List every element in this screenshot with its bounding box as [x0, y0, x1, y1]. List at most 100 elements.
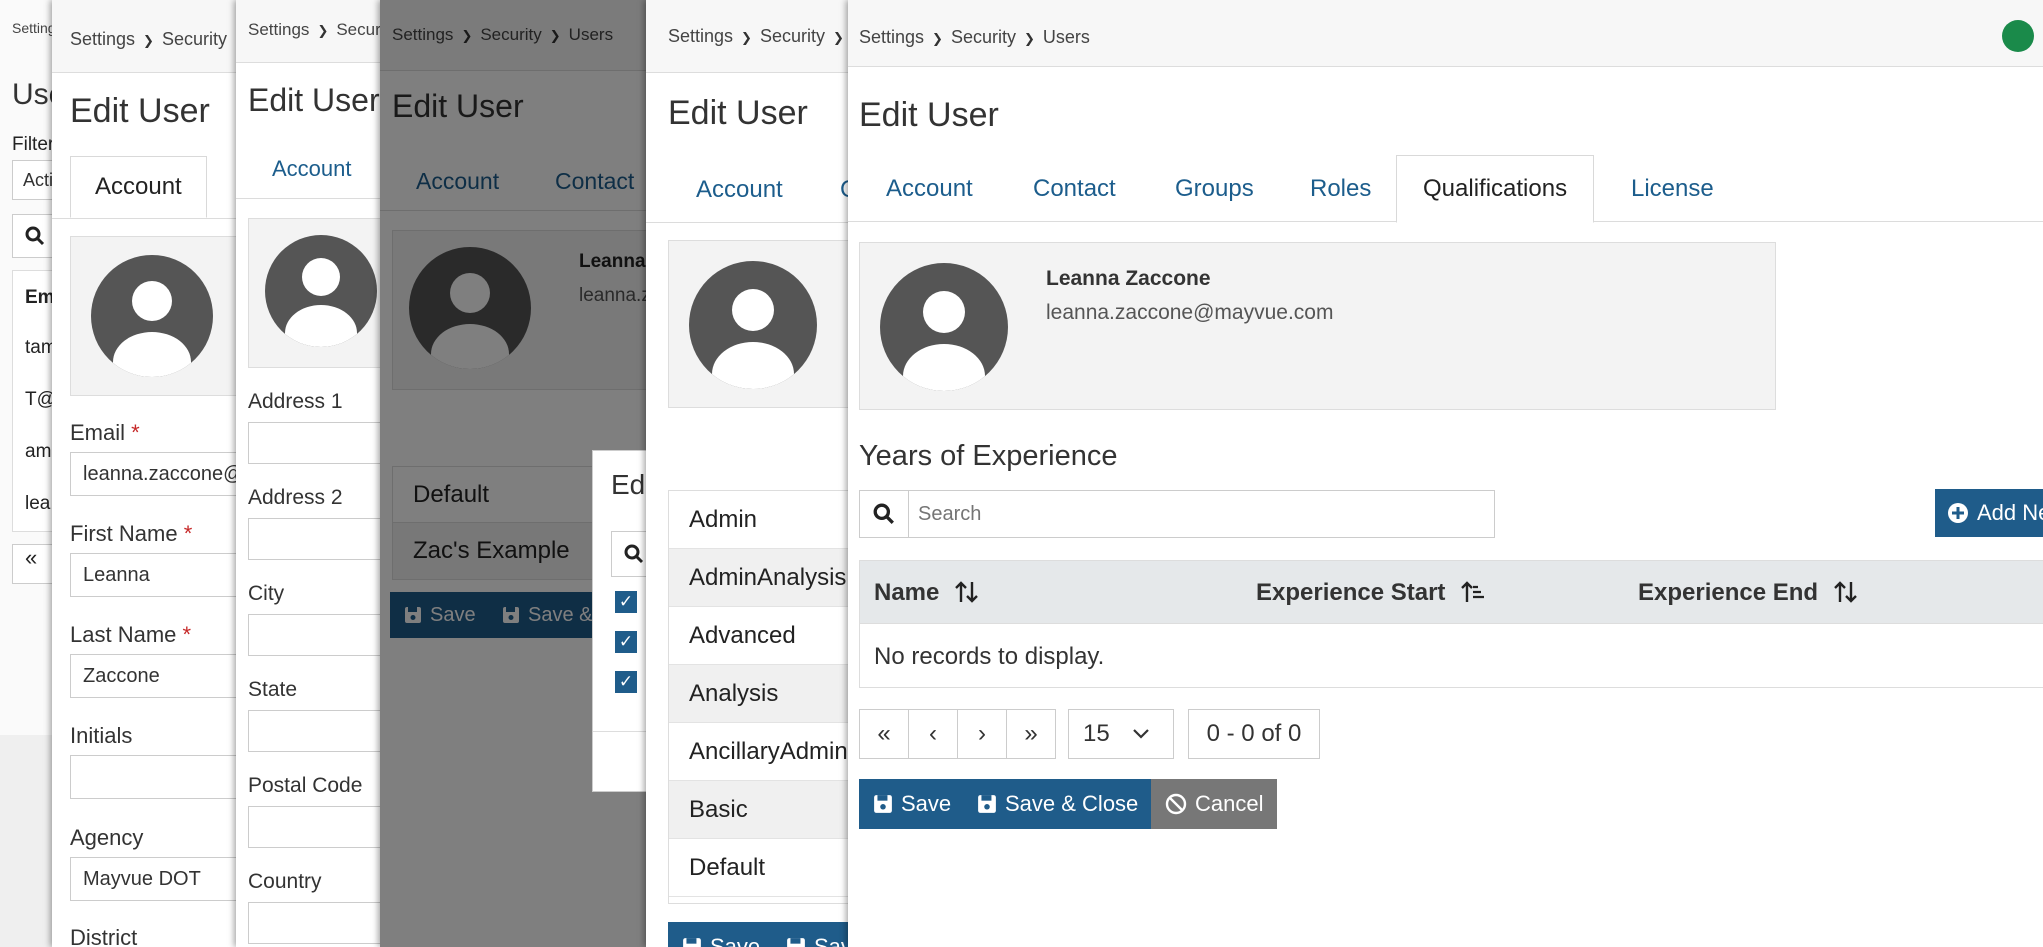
- search-input[interactable]: [859, 490, 1495, 538]
- sort-icon: [955, 581, 978, 603]
- chevron-right-icon: ❯: [932, 31, 943, 46]
- first-name-label: First Name *: [70, 521, 193, 546]
- edit-user-roles-panel: Settings❯Security❯Users Edit User Accoun…: [646, 0, 866, 947]
- last-name-label: Last Name *: [70, 622, 192, 647]
- chevron-right-icon: ❯: [741, 30, 752, 45]
- filter-label: Filter: [12, 134, 55, 155]
- role-row[interactable]: Default: [669, 839, 866, 897]
- tab-groups[interactable]: Groups: [1175, 175, 1254, 203]
- checkbox-checked[interactable]: ✓: [615, 631, 637, 653]
- users-list-panel: Settings Users Filter Active Email tam T…: [0, 0, 60, 947]
- save-icon: [787, 938, 805, 947]
- table-row[interactable]: am: [25, 441, 51, 463]
- edit-user-groups-panel: Settings❯Security❯Users Edit User Accoun…: [380, 0, 650, 947]
- tab-contact[interactable]: Contact: [1033, 175, 1116, 203]
- user-card: Leanna Zaccone leanna.zaccone@mayvue.com: [859, 242, 1776, 410]
- breadcrumb: Settings ❯ Security ❯ Users: [848, 0, 2043, 67]
- checkbox-checked[interactable]: ✓: [615, 591, 637, 613]
- empty-message: No records to display.: [874, 643, 1105, 670]
- avatar: [880, 263, 1008, 391]
- breadcrumb-users[interactable]: Users: [1043, 27, 1090, 47]
- user-card: [668, 240, 866, 408]
- page-title: Edit User: [70, 92, 210, 130]
- breadcrumb-settings[interactable]: Settings: [70, 29, 135, 49]
- tab-bar: Account Contact Groups Roles Qualificati…: [848, 155, 2043, 223]
- tab-account[interactable]: Account: [70, 156, 207, 218]
- email-label: Email *: [70, 420, 140, 445]
- page-title: Edit User: [668, 94, 808, 132]
- tab-license[interactable]: License: [1631, 175, 1714, 203]
- address2-label: Address 2: [248, 486, 343, 509]
- save-button[interactable]: Save: [859, 779, 966, 829]
- tab-bar: Account Contact: [646, 160, 866, 223]
- cancel-button[interactable]: Cancel: [1151, 779, 1278, 829]
- avatar: [265, 235, 377, 347]
- pager-prev-button[interactable]: ‹: [908, 709, 958, 759]
- breadcrumb: Settings❯Security❯Users: [646, 0, 866, 73]
- dialog-search[interactable]: [611, 531, 650, 577]
- edit-user-qualifications-panel: Settings ❯ Security ❯ Users Edit User Accoun…: [848, 0, 2043, 947]
- sort-ascending-icon: [1461, 581, 1485, 602]
- breadcrumb-settings[interactable]: Settings: [668, 26, 733, 46]
- breadcrumb-security[interactable]: Security: [951, 27, 1016, 47]
- save-close-button[interactable]: Save & Close: [963, 779, 1153, 829]
- page-size-select[interactable]: 15: [1068, 709, 1174, 759]
- group-select-dialog: Ed ✓ ✓ ✓: [592, 450, 650, 792]
- city-label: City: [248, 582, 285, 605]
- initials-label: Initials: [70, 723, 133, 748]
- role-row[interactable]: AncillaryAdmin: [669, 723, 866, 781]
- chevron-right-icon: ❯: [1023, 31, 1035, 46]
- column-header-name[interactable]: Name: [874, 579, 980, 607]
- role-row[interactable]: Admin: [669, 491, 866, 549]
- roles-list: Admin AdminAnalysis Advanced Analysis An…: [668, 490, 866, 904]
- tab-account[interactable]: Account: [886, 175, 973, 203]
- search-icon: [624, 544, 644, 564]
- column-header-experience-start[interactable]: Experience Start: [1256, 579, 1486, 607]
- table-row[interactable]: lea: [25, 493, 50, 515]
- breadcrumb-settings[interactable]: Settings: [859, 27, 924, 47]
- user-name: Leanna Zaccone: [1046, 267, 1211, 290]
- chevron-right-icon: ❯: [832, 30, 844, 45]
- sort-icon: [1833, 581, 1857, 603]
- qualifications-table: Name Experience Start Experience End No …: [859, 560, 2043, 688]
- page-title: Edit User: [859, 96, 999, 134]
- cancel-icon: [1165, 793, 1187, 815]
- search-icon-box: [860, 491, 909, 537]
- page-range: 0 - 0 of 0: [1188, 709, 1320, 759]
- save-icon: [874, 795, 892, 813]
- tab-roles[interactable]: Roles: [1310, 175, 1371, 203]
- add-new-button[interactable]: Add New: [1935, 489, 2043, 537]
- tab-account[interactable]: Account: [272, 156, 352, 182]
- page-title: Edit User: [248, 82, 380, 118]
- country-label: Country: [248, 870, 322, 893]
- background-pattern: [0, 735, 60, 947]
- role-row[interactable]: Advanced: [669, 607, 866, 665]
- pager-last-button[interactable]: »: [1006, 709, 1056, 759]
- breadcrumb-settings[interactable]: Settings: [248, 20, 309, 39]
- search-icon: [873, 503, 894, 524]
- pager-first-button[interactable]: «: [859, 709, 909, 759]
- save-button[interactable]: Save: [668, 922, 775, 947]
- breadcrumb-security[interactable]: Security: [760, 26, 825, 46]
- search-icon: [25, 226, 45, 246]
- tab-account[interactable]: Account: [696, 176, 783, 204]
- status-indicator: [2002, 20, 2034, 52]
- role-row[interactable]: AdminAnalysis: [669, 549, 866, 607]
- pager-next-button[interactable]: ›: [957, 709, 1007, 759]
- checkbox-checked[interactable]: ✓: [615, 671, 637, 693]
- role-row[interactable]: Analysis: [669, 665, 866, 723]
- column-header-experience-end[interactable]: Experience End: [1638, 579, 1859, 607]
- chevron-right-icon: ❯: [143, 33, 154, 48]
- search-field[interactable]: [916, 497, 1480, 531]
- role-row[interactable]: Basic: [669, 781, 866, 839]
- agency-label: Agency: [70, 825, 144, 850]
- state-label: State: [248, 678, 298, 701]
- divider: [593, 731, 650, 732]
- chevron-down-icon: [1132, 729, 1149, 739]
- chevron-right-icon: ❯: [317, 23, 329, 38]
- section-title: Years of Experience: [859, 440, 1118, 472]
- save-icon: [978, 795, 996, 813]
- tab-qualifications[interactable]: Qualifications: [1396, 155, 1595, 223]
- breadcrumb-security[interactable]: Security: [162, 29, 227, 49]
- avatar: [91, 255, 213, 377]
